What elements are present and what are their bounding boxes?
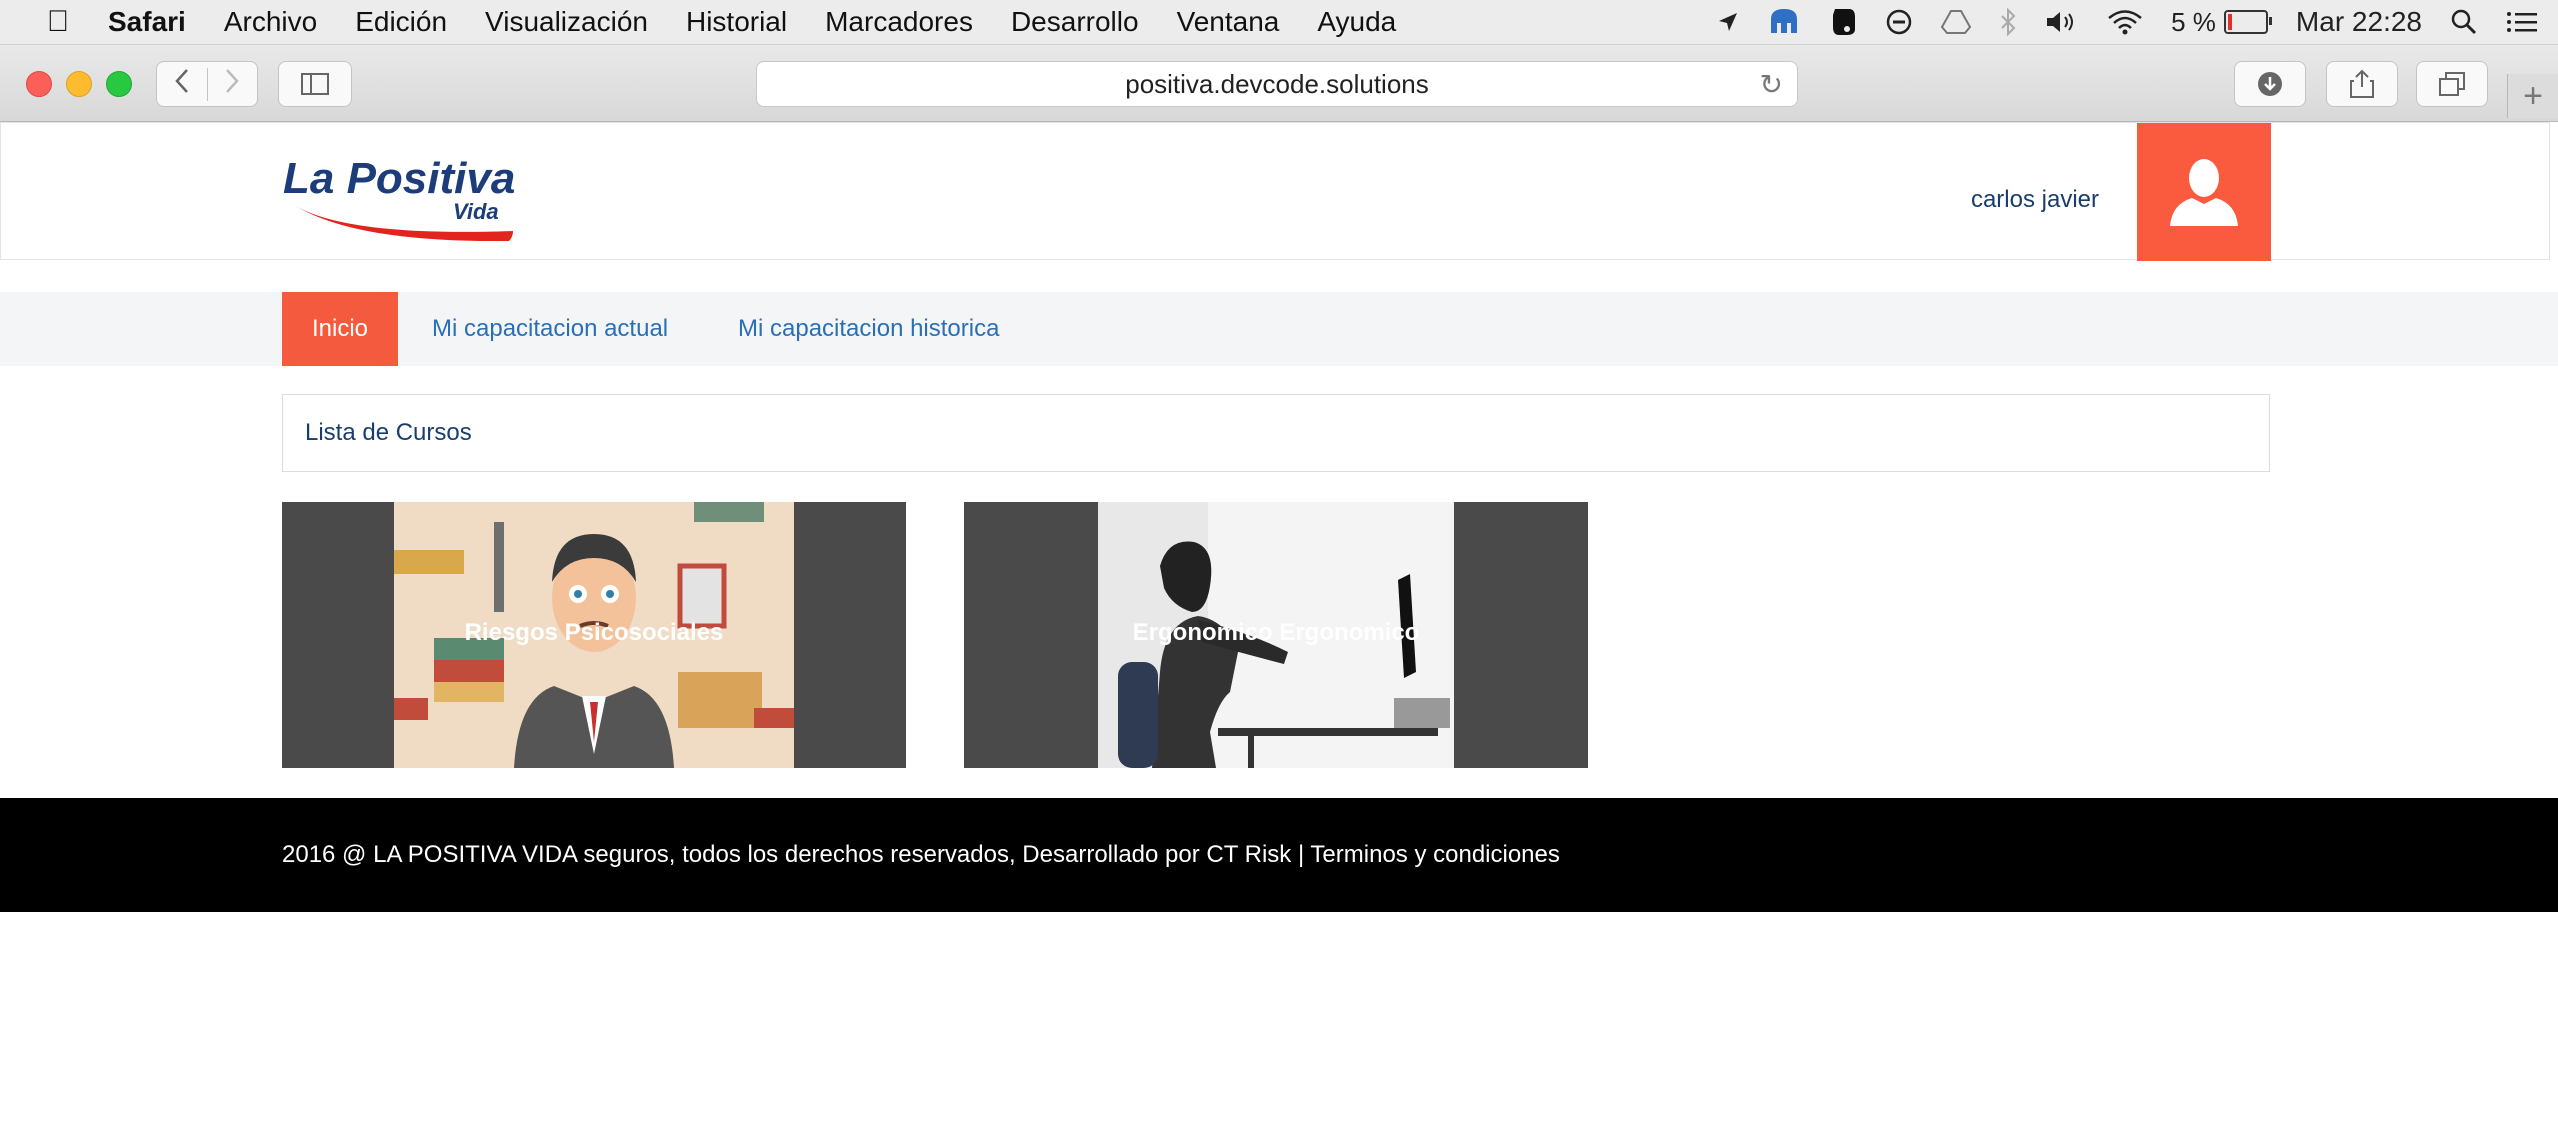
url-text: positiva.devcode.solutions: [1125, 68, 1429, 99]
close-window-button[interactable]: [26, 71, 52, 97]
volume-icon[interactable]: [2045, 9, 2079, 35]
course-card[interactable]: Ergonomico Ergonomico: [964, 502, 1588, 768]
username-label[interactable]: carlos javier: [1971, 186, 2099, 214]
menu-marcadores[interactable]: Marcadores: [825, 6, 973, 38]
wifi-icon[interactable]: [2107, 9, 2143, 35]
main-nav: Inicio Mi capacitacion actual Mi capacit…: [0, 292, 2558, 366]
la-positiva-logo[interactable]: La Positiva Vida: [281, 145, 521, 242]
menu-desarrollo[interactable]: Desarrollo: [1011, 6, 1139, 38]
tab-capacitacion-historica[interactable]: Mi capacitacion historica: [708, 292, 1029, 366]
sidebar-button[interactable]: [278, 61, 352, 107]
battery-status[interactable]: 5 %: [2171, 6, 2272, 38]
course-title[interactable]: Riesgos Psicosociales: [282, 502, 906, 768]
back-button[interactable]: [157, 67, 208, 101]
tab-inicio[interactable]: Inicio: [282, 292, 398, 366]
new-tab-button[interactable]: +: [2507, 74, 2558, 118]
minimize-window-button[interactable]: [66, 71, 92, 97]
course-title[interactable]: Ergonomico Ergonomico: [964, 502, 1588, 768]
tab-capacitacion-actual[interactable]: Mi capacitacion actual: [402, 292, 698, 366]
menu-ayuda[interactable]: Ayuda: [1317, 6, 1396, 38]
download-icon: [2258, 72, 2282, 96]
zoom-window-button[interactable]: [106, 71, 132, 97]
menu-bar:  Safari Archivo Edición Visualización H…: [0, 0, 2558, 45]
clock[interactable]: Mar 22:28: [2296, 6, 2422, 38]
user-icon: [2170, 159, 2238, 226]
address-bar[interactable]: positiva.devcode.solutions ↻: [756, 61, 1798, 107]
battery-icon: [2223, 10, 2272, 34]
downloads-button[interactable]: [2234, 61, 2306, 107]
menu-app-safari[interactable]: Safari: [108, 6, 186, 38]
tabs-icon: [2439, 72, 2465, 96]
web-page: La Positiva Vida carlos javier Inicio Mi…: [0, 122, 2558, 1138]
share-icon: [2350, 69, 2374, 98]
menu-archivo[interactable]: Archivo: [224, 6, 317, 38]
menu-visualizacion[interactable]: Visualización: [485, 6, 648, 38]
share-button[interactable]: [2326, 61, 2398, 107]
menu-ventana[interactable]: Ventana: [1177, 6, 1280, 38]
site-footer: 2016 @ LA POSITIVA VIDA seguros, todos l…: [0, 798, 2558, 912]
bluetooth-icon[interactable]: [1999, 8, 2017, 36]
location-icon[interactable]: [1717, 11, 1739, 33]
drive-icon[interactable]: [1941, 9, 1972, 35]
app-menu: Safari Archivo Edición Visualización His…: [108, 6, 1434, 38]
course-list-panel: Lista de Cursos: [282, 394, 2270, 472]
apple-icon[interactable]: : [38, 5, 78, 39]
user-avatar[interactable]: [2137, 123, 2271, 261]
site-header: La Positiva Vida carlos javier: [0, 122, 2550, 261]
sidebar-icon: [301, 73, 329, 95]
logo-main-text: La Positiva: [283, 154, 515, 203]
back-forward-buttons: [156, 61, 258, 107]
course-list-title: Lista de Cursos: [305, 419, 472, 446]
course-card[interactable]: Riesgos Psicosociales: [282, 502, 906, 768]
logo-sub-text: Vida: [453, 199, 499, 224]
battery-percent: 5 %: [2171, 6, 2216, 37]
footer-text[interactable]: 2016 @ LA POSITIVA VIDA seguros, todos l…: [282, 841, 1560, 869]
menu-historial[interactable]: Historial: [686, 6, 787, 38]
tabs-overview-button[interactable]: [2416, 61, 2488, 107]
forward-button[interactable]: [208, 68, 258, 101]
minus-circle-icon[interactable]: [1885, 8, 1913, 36]
reload-icon[interactable]: ↻: [1760, 68, 1783, 101]
evernote-icon[interactable]: [1829, 7, 1857, 37]
list-icon[interactable]: [2506, 10, 2538, 34]
mammoth-icon[interactable]: [1767, 7, 1801, 37]
status-area: 5 % Mar 22:28: [1717, 0, 2558, 44]
spotlight-icon[interactable]: [2450, 8, 2478, 36]
menu-edicion[interactable]: Edición: [355, 6, 447, 38]
browser-toolbar: positiva.devcode.solutions ↻: [0, 45, 2558, 122]
